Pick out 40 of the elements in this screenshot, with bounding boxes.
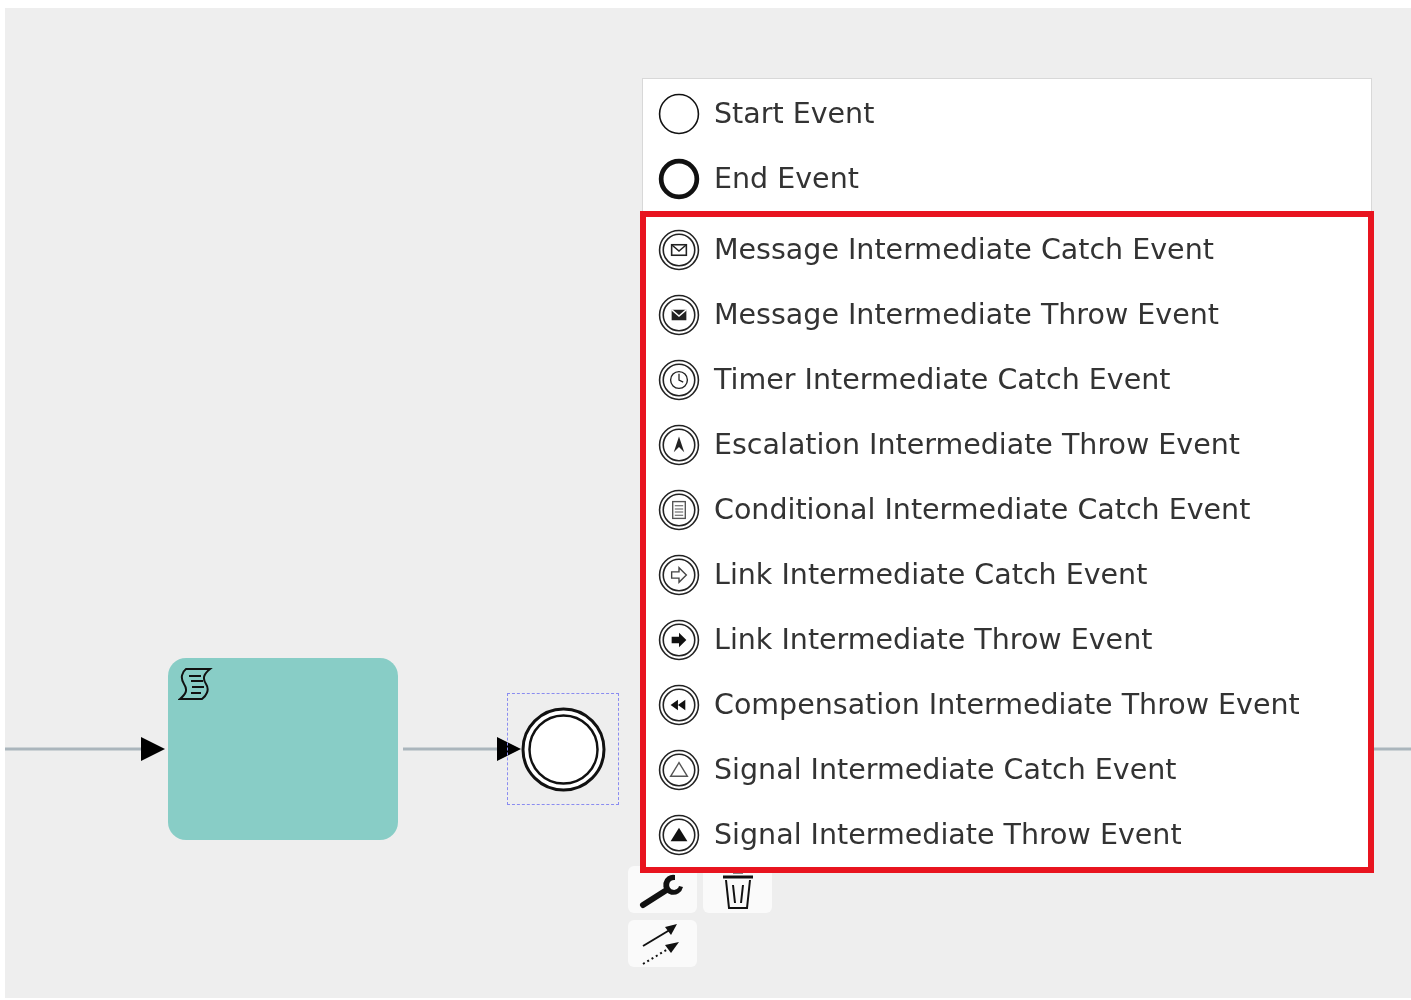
menu-item[interactable]: Signal Intermediate Catch Event <box>646 737 1368 802</box>
event-icon <box>658 157 700 200</box>
menu-item[interactable]: Start Event <box>643 81 1371 146</box>
menu-item[interactable]: End Event <box>643 146 1371 211</box>
menu-item-label: Compensation Intermediate Throw Event <box>714 688 1300 721</box>
menu-item-label: Message Intermediate Catch Event <box>714 233 1214 266</box>
script-icon <box>178 666 214 702</box>
menu-item-label: End Event <box>714 162 859 195</box>
event-icon <box>658 423 700 466</box>
menu-item-label: Link Intermediate Catch Event <box>714 558 1148 591</box>
event-icon <box>658 228 700 271</box>
event-icon <box>658 358 700 401</box>
event-icon <box>658 488 700 531</box>
menu-item-label: Conditional Intermediate Catch Event <box>714 493 1251 526</box>
event-icon <box>658 748 700 791</box>
connect-button[interactable] <box>628 920 697 967</box>
menu-item-label: Timer Intermediate Catch Event <box>714 363 1171 396</box>
event-icon <box>658 683 700 726</box>
event-icon <box>658 293 700 336</box>
menu-item[interactable]: Message Intermediate Catch Event <box>646 217 1368 282</box>
menu-item-label: Escalation Intermediate Throw Event <box>714 428 1240 461</box>
event-icon <box>658 553 700 596</box>
menu-item[interactable]: Conditional Intermediate Catch Event <box>646 477 1368 542</box>
menu-item[interactable]: Signal Intermediate Throw Event <box>646 802 1368 867</box>
start-event[interactable] <box>521 707 606 792</box>
menu-item-label: Signal Intermediate Throw Event <box>714 818 1182 851</box>
menu-item[interactable]: Link Intermediate Catch Event <box>646 542 1368 607</box>
menu-item-label: Signal Intermediate Catch Event <box>714 753 1177 786</box>
menu-item[interactable]: Link Intermediate Throw Event <box>646 607 1368 672</box>
menu-item-label: Link Intermediate Throw Event <box>714 623 1153 656</box>
menu-item[interactable]: Compensation Intermediate Throw Event <box>646 672 1368 737</box>
menu-item[interactable]: Escalation Intermediate Throw Event <box>646 412 1368 477</box>
connection-line <box>1372 747 1411 751</box>
event-icon <box>658 618 700 661</box>
menu-item-label: Message Intermediate Throw Event <box>714 298 1219 331</box>
menu-item[interactable]: Timer Intermediate Catch Event <box>646 347 1368 412</box>
menu-item[interactable]: Message Intermediate Throw Event <box>646 282 1368 347</box>
event-icon <box>658 813 700 856</box>
menu-item-label: Start Event <box>714 97 875 130</box>
event-icon <box>658 92 700 135</box>
